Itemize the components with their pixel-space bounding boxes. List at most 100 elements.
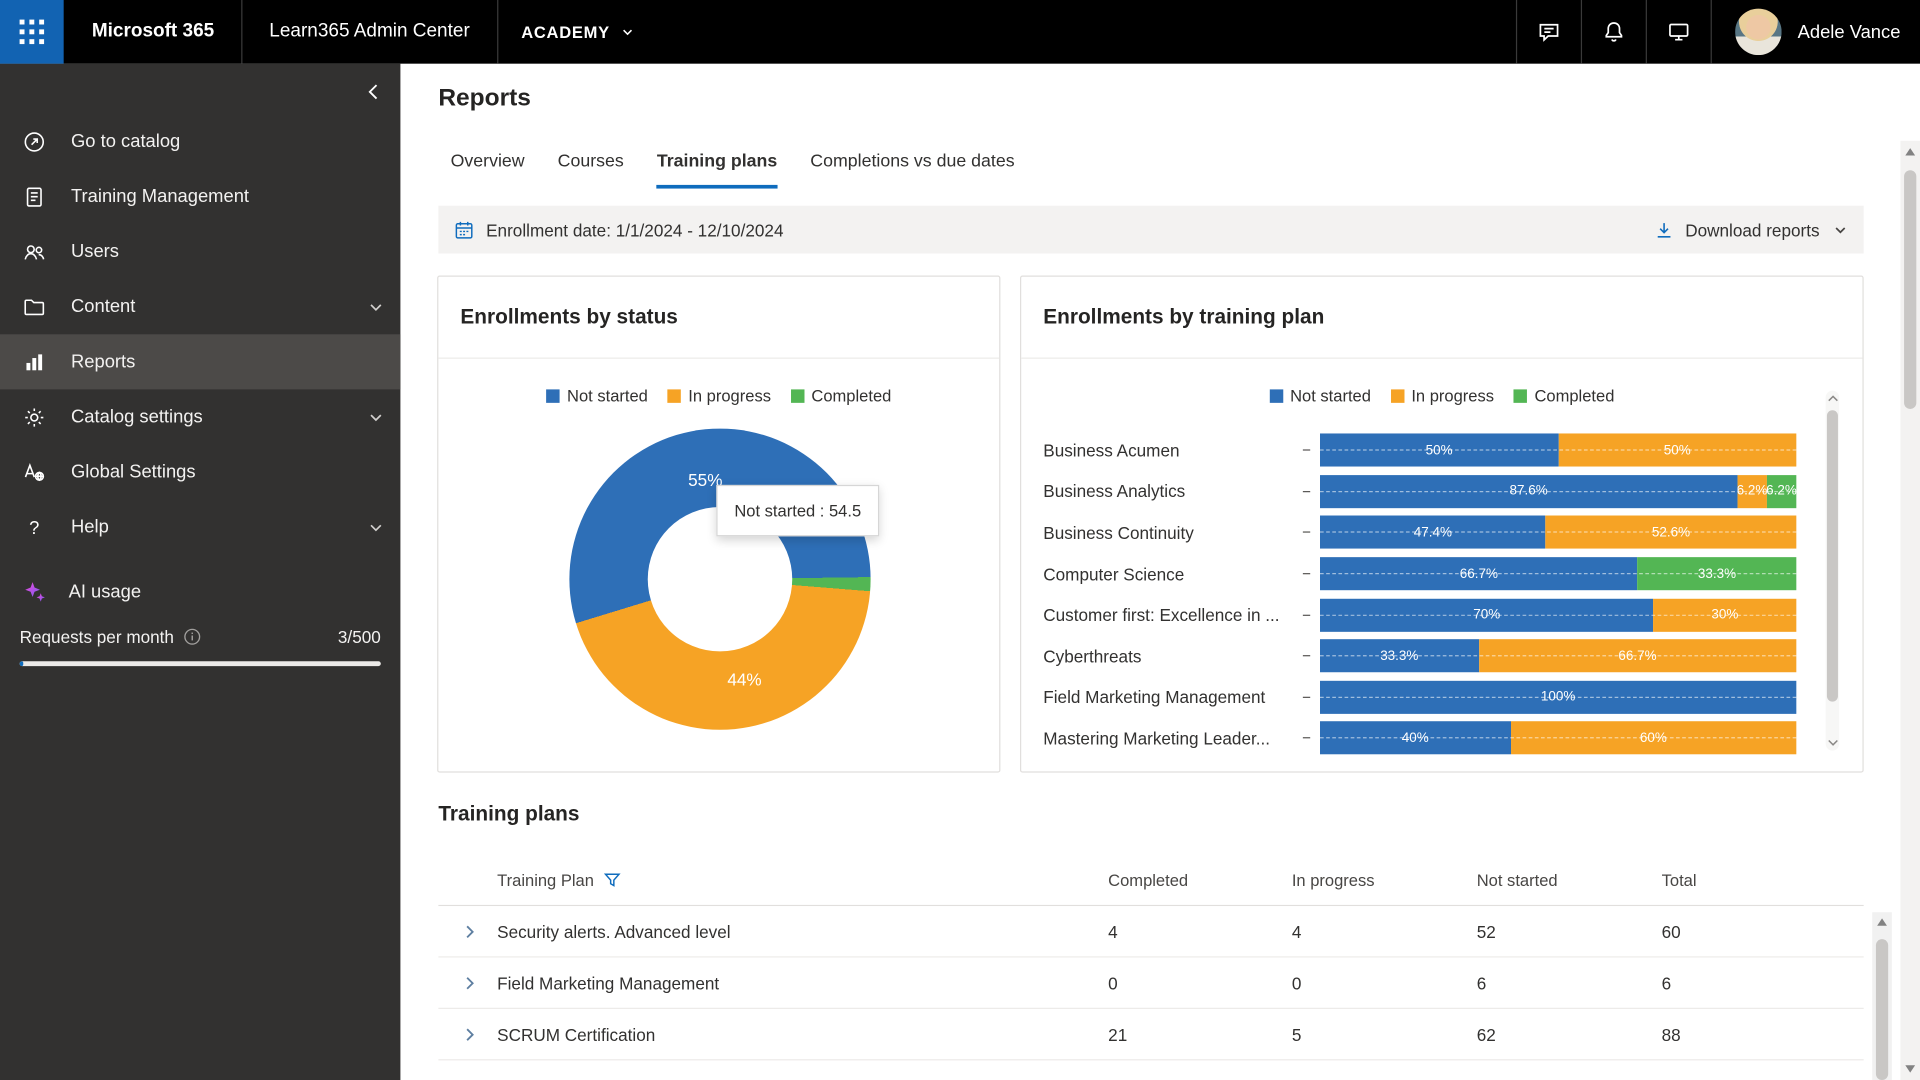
divider — [497, 0, 498, 64]
download-reports-button[interactable]: Download reports — [1655, 220, 1848, 240]
stacked-bar-chart: Business Acumen50%50%Business Analytics8… — [1021, 430, 1829, 759]
sidebar-item-help[interactable]: ?Help — [0, 500, 400, 555]
scrollbar-thumb[interactable] — [1827, 410, 1838, 701]
topbar-actions: Adele Vance — [1516, 0, 1920, 64]
chevron-down-icon — [369, 520, 384, 535]
sidebar-item-label: Go to catalog — [71, 131, 180, 152]
bar-segment-not-started: 50% — [1320, 434, 1558, 467]
sidebar-collapse-button[interactable] — [358, 76, 390, 108]
stacked-bar: 47.4%52.6% — [1320, 516, 1796, 549]
sidebar-item-label: Users — [71, 241, 119, 262]
app-launcher-button[interactable] — [0, 0, 64, 64]
bar-segment-in-progress: 66.7% — [1479, 640, 1797, 673]
chat-button[interactable] — [1517, 0, 1581, 64]
tab-courses[interactable]: Courses — [558, 152, 624, 189]
stacked-bar: 33.3%66.7% — [1320, 640, 1796, 673]
page-scrollbar[interactable] — [1900, 141, 1920, 1080]
column-not-started[interactable]: Not started — [1477, 871, 1558, 889]
chart-legend: Not startedIn progressCompleted — [438, 387, 999, 405]
column-total[interactable]: Total — [1662, 871, 1697, 889]
table-row-security-alerts-advanced-level[interactable]: Security alerts. Advanced level445260 — [438, 906, 1863, 957]
chat-icon — [1537, 20, 1561, 44]
sidebar-item-reports[interactable]: Reports — [0, 334, 400, 389]
category-label: Business Acumen — [1043, 441, 1303, 461]
scroll-down-icon[interactable] — [1905, 1065, 1915, 1072]
enrollments-by-status-card: Enrollments by status Not startedIn prog… — [437, 276, 1000, 773]
page-title: Reports — [438, 84, 531, 112]
column-completed[interactable]: Completed — [1108, 871, 1188, 889]
training-plans-section-title: Training plans — [438, 802, 579, 826]
expand-row-icon[interactable] — [463, 975, 478, 990]
top-bar: Microsoft 365 Learn365 Admin Center ACAD… — [0, 0, 1920, 64]
notifications-button[interactable] — [1582, 0, 1646, 64]
calendar-icon — [454, 220, 474, 240]
help-icon: ? — [22, 515, 46, 539]
bell-icon — [1602, 20, 1626, 44]
bar-value-label: 6.2% — [1767, 484, 1797, 499]
chart-scrollbar[interactable] — [1826, 391, 1839, 751]
filter-icon[interactable] — [604, 872, 621, 888]
info-icon[interactable] — [184, 628, 201, 645]
app-title[interactable]: Learn365 Admin Center — [269, 21, 469, 43]
column-training-plan[interactable]: Training Plan — [497, 871, 621, 889]
table-scrollbar[interactable] — [1872, 912, 1892, 1080]
sidebar-item-ai-usage[interactable]: AI usage — [0, 573, 400, 610]
category-label: Cyberthreats — [1043, 646, 1303, 666]
screen: Microsoft 365 Learn365 Admin Center ACAD… — [0, 0, 1920, 1080]
scrollbar-thumb[interactable] — [1904, 170, 1916, 409]
tenant-selector[interactable]: ACADEMY — [521, 23, 634, 41]
expand-row-icon[interactable] — [463, 1027, 478, 1042]
table-row-scrum-certification[interactable]: SCRUM Certification2156288 — [438, 1009, 1863, 1060]
bar-value-label: 66.7% — [1618, 649, 1656, 664]
table-row-field-marketing-management[interactable]: Field Marketing Management0066 — [438, 958, 1863, 1009]
expand-row-icon[interactable] — [463, 924, 478, 939]
column-in-progress[interactable]: In progress — [1292, 871, 1375, 889]
bar-value-label: 40% — [1402, 731, 1429, 746]
axis-tick — [1303, 491, 1310, 492]
bar-segment-completed: 33.3% — [1638, 557, 1797, 590]
account-menu[interactable]: Adele Vance — [1712, 9, 1920, 56]
in-progress-count: 5 — [1292, 1024, 1302, 1044]
not-started-count: 52 — [1477, 921, 1496, 941]
legend-swatch — [546, 389, 559, 402]
feedback-button[interactable] — [1647, 0, 1711, 64]
enrollment-date-filter[interactable]: Enrollment date: 1/1/2024 - 12/10/2024 — [486, 220, 783, 240]
scroll-up-icon[interactable] — [1877, 918, 1887, 925]
bar-segment-not-started: 87.6% — [1320, 475, 1737, 508]
legend-item-in-progress: In progress — [1391, 387, 1495, 405]
legend-item-completed: Completed — [1514, 387, 1615, 405]
scroll-down-icon[interactable] — [1827, 738, 1838, 747]
bar-segment-not-started: 66.7% — [1320, 557, 1638, 590]
bar-segment-in-progress: 30% — [1653, 598, 1796, 631]
ai-usage-label: AI usage — [69, 581, 142, 602]
bar-segment-not-started: 40% — [1320, 722, 1511, 755]
sidebar-item-training-management[interactable]: Training Management — [0, 169, 400, 224]
sidebar-item-content[interactable]: Content — [0, 279, 400, 334]
sidebar-nav: Go to catalog Training Management Users Con… — [0, 114, 400, 555]
sidebar-item-label: Catalog settings — [71, 407, 203, 428]
sidebar-item-go-to-catalog[interactable]: Go to catalog — [0, 114, 400, 169]
scroll-up-icon[interactable] — [1827, 394, 1838, 403]
users-icon — [22, 239, 46, 263]
tab-training-plans[interactable]: Training plans — [657, 152, 777, 189]
sidebar-item-users[interactable]: Users — [0, 224, 400, 279]
tab-completions-vs-due-dates[interactable]: Completions vs due dates — [810, 152, 1014, 189]
total-count: 88 — [1662, 1024, 1681, 1044]
bar-segment-in-progress: 50% — [1558, 434, 1796, 467]
scrollbar-thumb[interactable] — [1876, 939, 1888, 1080]
bar-row-mastering-marketing-leader: Mastering Marketing Leader...40%60% — [1021, 718, 1829, 759]
scroll-up-icon[interactable] — [1905, 148, 1915, 155]
bar-value-label: 50% — [1426, 443, 1453, 458]
brand-label[interactable]: Microsoft 365 — [92, 21, 214, 43]
filter-bar: Enrollment date: 1/1/2024 - 12/10/2024 D… — [438, 206, 1863, 254]
table-header: Training Plan Completed In progress Not … — [438, 855, 1863, 906]
axis-tick — [1303, 655, 1310, 656]
bar-value-label: 50% — [1664, 443, 1691, 458]
bar-segment-completed: 6.2% — [1767, 475, 1797, 508]
tab-overview[interactable]: Overview — [451, 152, 525, 189]
bar-segment-in-progress: 52.6% — [1546, 516, 1797, 549]
in-progress-count: 0 — [1292, 973, 1302, 993]
sidebar-item-global-settings[interactable]: Global Settings — [0, 444, 400, 499]
training-plan-name: SCRUM Certification — [497, 1024, 655, 1044]
sidebar-item-catalog-settings[interactable]: Catalog settings — [0, 389, 400, 444]
